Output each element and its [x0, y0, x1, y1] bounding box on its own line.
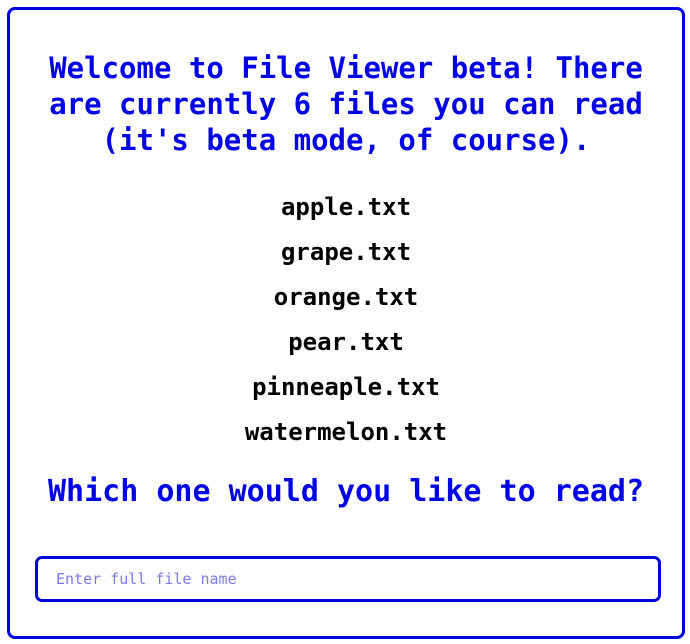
file-list-item: watermelon.txt [244, 418, 448, 446]
file-name-input[interactable] [35, 556, 661, 602]
app-container: Welcome to File Viewer beta! There are c… [7, 7, 685, 639]
file-list-item: grape.txt [280, 238, 412, 266]
file-list-item: pear.txt [288, 328, 404, 356]
file-list: apple.txt grape.txt orange.txt pear.txt … [10, 185, 682, 455]
welcome-heading: Welcome to File Viewer beta! There are c… [49, 51, 643, 157]
question-heading: Which one would you like to read? [47, 474, 645, 509]
file-list-item: apple.txt [280, 193, 412, 221]
file-list-item: orange.txt [273, 283, 419, 311]
file-list-item: pinneaple.txt [252, 373, 440, 401]
